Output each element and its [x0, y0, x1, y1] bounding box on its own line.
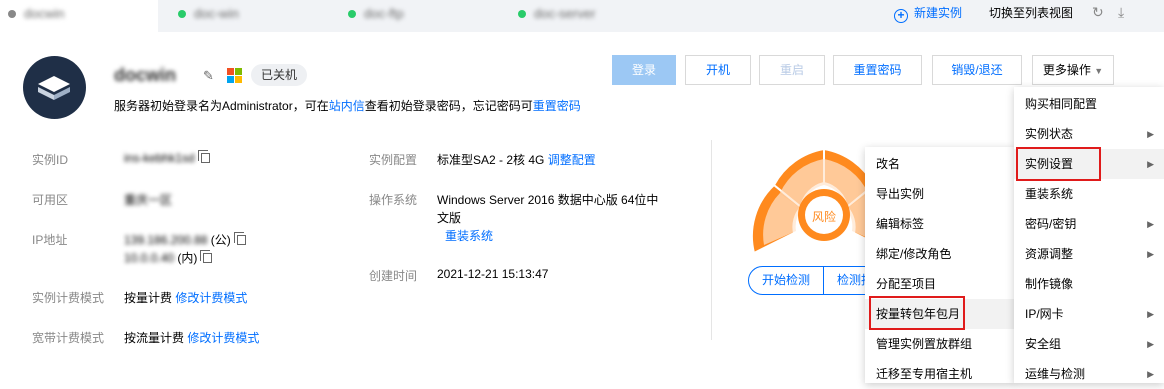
os-value-line1: Windows Server 2016 数据中心版 64位中: [437, 193, 659, 207]
instance-avatar: [23, 56, 86, 119]
inbox-link[interactable]: 站内信: [329, 99, 365, 113]
config-value: 标准型SA2 - 2核 4G 调整配置: [437, 153, 596, 167]
chevron-right-icon: ▶: [1147, 159, 1154, 169]
more-actions-menu: 购买相同配置 实例状态 ▶ 实例设置 ▶ 重装系统 密码/密钥 ▶ 资源调整 ▶ 制作镜…: [1014, 87, 1164, 383]
menu-item-create-image[interactable]: 制作镜像: [1014, 269, 1164, 299]
os-label: 操作系统: [369, 193, 418, 207]
running-dot-icon: [348, 10, 356, 18]
chevron-right-icon: ▶: [1147, 369, 1154, 379]
menu-item-assign-project[interactable]: 分配至项目: [865, 269, 1015, 299]
chevron-right-icon: ▶: [1147, 309, 1154, 319]
bandwidth-value: 按流量计费 修改计费模式: [124, 331, 260, 345]
running-dot-icon: [178, 10, 186, 18]
modify-billing-link[interactable]: 修改计费模式: [175, 291, 247, 305]
menu-item-instance-state[interactable]: 实例状态 ▶: [1014, 119, 1164, 149]
login-button[interactable]: 登录: [612, 55, 676, 85]
tab-doc-server[interactable]: doc-server: [518, 0, 595, 32]
menu-item-placement-group[interactable]: 管理实例置放群组: [865, 329, 1015, 359]
chevron-right-icon: ▶: [1147, 249, 1154, 259]
menu-item-buy-same[interactable]: 购买相同配置: [1014, 89, 1164, 119]
status-badge: 已关机: [251, 64, 308, 86]
new-instance-button[interactable]: + 新建实例: [894, 5, 962, 23]
more-actions-button[interactable]: 更多操作 ▼: [1032, 55, 1114, 85]
copy-icon[interactable]: [197, 150, 210, 163]
edit-icon[interactable]: ✎: [203, 68, 214, 84]
divider: [711, 140, 712, 340]
instance-name: docwin: [114, 65, 176, 85]
copy-icon[interactable]: [200, 250, 213, 263]
private-ip: 10.0.0.40 (内): [124, 249, 213, 266]
menu-item-edit-tags[interactable]: 编辑标签: [865, 209, 1015, 239]
instance-id-value: ins-kebhk1sd: [124, 150, 210, 165]
reinstall-os-link[interactable]: 重装系统: [445, 227, 493, 244]
risk-level: 风险: [812, 210, 837, 224]
plus-circle-icon: +: [894, 9, 908, 23]
chevron-right-icon: ▶: [1147, 129, 1154, 139]
start-check-button[interactable]: 开始检测: [749, 267, 823, 294]
config-label: 实例配置: [369, 153, 418, 167]
status-dot-icon: [8, 10, 16, 18]
menu-item-rename[interactable]: 改名: [865, 149, 1015, 179]
switch-list-view-link[interactable]: 切换至列表视图: [989, 5, 1073, 21]
download-icon[interactable]: ⤓: [1118, 4, 1124, 21]
caret-down-icon: ▼: [1094, 66, 1104, 76]
menu-item-security-group[interactable]: 安全组 ▶: [1014, 329, 1164, 359]
zone-label: 可用区: [32, 193, 69, 207]
start-button[interactable]: 开机: [685, 55, 751, 85]
modify-bandwidth-link[interactable]: 修改计费模式: [187, 331, 259, 345]
instance-tab-bar: docwin doc-win doc-ftp doc-server + 新建实例 …: [0, 0, 1164, 32]
billing-value: 按量计费 修改计费模式: [124, 291, 248, 305]
refresh-icon[interactable]: ↻: [1092, 4, 1104, 21]
restart-button[interactable]: 重启: [759, 55, 825, 85]
server-icon: [38, 76, 70, 100]
public-ip: 139.186.200.88 (公): [124, 231, 246, 248]
menu-item-export-instance[interactable]: 导出实例: [865, 179, 1015, 209]
menu-item-resource-adjust[interactable]: 资源调整 ▶: [1014, 239, 1164, 269]
menu-item-password-key[interactable]: 密码/密钥 ▶: [1014, 209, 1164, 239]
ip-label: IP地址: [32, 233, 68, 247]
tab-docwin[interactable]: docwin: [8, 0, 64, 32]
menu-item-ip-nic[interactable]: IP/网卡 ▶: [1014, 299, 1164, 329]
tab-doc-win[interactable]: doc-win: [178, 0, 239, 32]
created-label: 创建时间: [369, 269, 418, 283]
reset-password-link[interactable]: 重置密码: [533, 99, 581, 113]
login-hint: 服务器初始登录名为Administrator，可在站内信查看初始登录密码，忘记密…: [114, 99, 581, 113]
highlight-box: [1016, 147, 1101, 181]
tab-doc-ftp[interactable]: doc-ftp: [348, 0, 404, 32]
zone-value: 重庆一区: [124, 193, 173, 207]
chevron-right-icon: ▶: [1147, 339, 1154, 349]
adjust-config-link[interactable]: 调整配置: [548, 153, 596, 167]
running-dot-icon: [518, 10, 526, 18]
copy-icon[interactable]: [233, 232, 246, 245]
menu-item-bind-role[interactable]: 绑定/修改角色: [865, 239, 1015, 269]
menu-item-ops-check[interactable]: 运维与检测 ▶: [1014, 359, 1164, 389]
os-value-line2: 文版: [437, 211, 462, 225]
instance-settings-submenu: 改名 导出实例 编辑标签 绑定/修改角色 分配至项目 按量转包年包月 管理实例置…: [865, 147, 1015, 383]
windows-icon: [227, 68, 243, 84]
bandwidth-label: 宽带计费模式: [32, 331, 105, 345]
highlight-box: [869, 296, 965, 330]
instance-id-label: 实例ID: [32, 153, 69, 167]
created-value: 2021-12-21 15:13:47: [437, 267, 549, 281]
menu-item-reinstall[interactable]: 重装系统: [1014, 179, 1164, 209]
terminate-button[interactable]: 销毁/退还: [932, 55, 1022, 85]
reset-password-button[interactable]: 重置密码: [833, 55, 922, 85]
chevron-right-icon: ▶: [1147, 219, 1154, 229]
menu-item-migrate-host[interactable]: 迁移至专用宿主机: [865, 359, 1015, 389]
billing-label: 实例计费模式: [32, 291, 105, 305]
